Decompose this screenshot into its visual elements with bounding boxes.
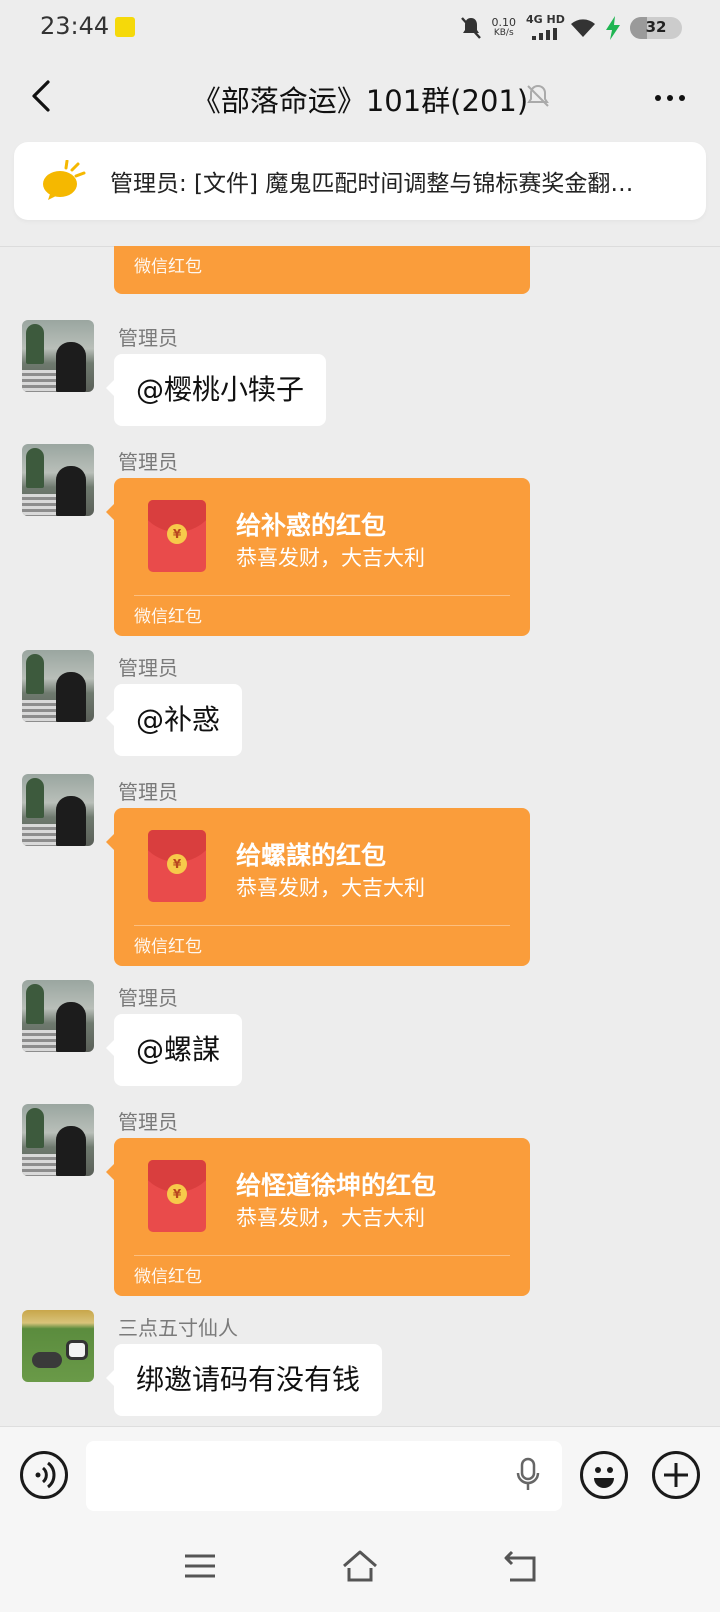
red-packet-bubble[interactable]: ¥ 给怪道徐坤的红包 恭喜发财，大吉大利 微信红包 (106, 1138, 530, 1296)
message-list[interactable]: 微信红包 管理员 @樱桃小犊子 管理员 ¥ 给补惑的红包 恭喜发财，大吉大利 微… (0, 246, 720, 1426)
red-packet-title: 给怪道徐坤的红包 (236, 1171, 437, 1200)
red-packet-divider (134, 1255, 510, 1256)
network-indicator: 4G HD (526, 14, 565, 42)
message-input[interactable] (86, 1441, 562, 1511)
network-type: 4G HD (526, 13, 565, 26)
red-packet-divider (134, 595, 510, 596)
net-speed: 0.10 KB/s (492, 17, 517, 39)
home-icon[interactable] (340, 1546, 380, 1586)
sender-name: 三点五寸仙人 (118, 1316, 238, 1340)
sender-name: 管理员 (118, 656, 178, 680)
red-packet-bubble[interactable]: ¥ 给补惑的红包 恭喜发财，大吉大利 微信红包 (106, 478, 530, 636)
red-packet-label: 微信红包 (134, 1267, 202, 1287)
smiley-icon (594, 1467, 614, 1488)
avatar[interactable] (22, 1104, 94, 1176)
text-bubble[interactable]: @樱桃小犊子 (105, 354, 327, 426)
text-bubble[interactable]: @补惑 (105, 684, 243, 756)
red-packet-label: 微信红包 (134, 937, 202, 957)
sender-name: 管理员 (118, 450, 178, 474)
text-bubble[interactable]: 绑邀请码有没有钱 (105, 1344, 383, 1416)
red-packet-subtitle: 恭喜发财，大吉大利 (236, 1206, 425, 1230)
avatar[interactable] (22, 320, 94, 392)
status-bar: 23:44 0.10 KB/s 4G HD 32 (0, 0, 720, 56)
signal-icon (532, 28, 557, 40)
red-packet-label: 微信红包 (134, 607, 202, 627)
red-envelope-icon: ¥ (148, 830, 206, 902)
status-indicators: 0.10 KB/s 4G HD 32 (460, 14, 682, 42)
avatar[interactable] (22, 650, 94, 722)
voice-glyph-icon (35, 1461, 56, 1489)
chat-header: 《部落命运》101群(201) (0, 56, 720, 142)
back-icon[interactable] (502, 1546, 540, 1586)
more-icon[interactable] (650, 78, 690, 118)
red-packet-bubble[interactable]: 微信红包 (114, 246, 530, 294)
sender-name: 管理员 (118, 1110, 178, 1134)
voice-icon[interactable] (20, 1451, 68, 1499)
pinned-text: 管理员: [文件] 魔鬼匹配时间调整与锦标赛奖金翻… (110, 171, 634, 197)
sender-name: 管理员 (118, 986, 178, 1010)
net-speed-unit: KB/s (493, 28, 514, 38)
red-packet-divider (134, 925, 510, 926)
avatar[interactable] (22, 1310, 94, 1382)
avatar[interactable] (22, 444, 94, 516)
sender-name: 管理员 (118, 326, 178, 350)
red-packet-subtitle: 恭喜发财，大吉大利 (236, 876, 425, 900)
battery-icon: 32 (630, 17, 682, 39)
announcement-icon (43, 160, 86, 200)
sender-name: 管理员 (118, 780, 178, 804)
net-speed-value: 0.10 (491, 16, 517, 29)
red-packet-bubble[interactable]: ¥ 给螺謀的红包 恭喜发财，大吉大利 微信红包 (106, 808, 530, 966)
plus-icon[interactable] (652, 1451, 700, 1499)
pinned-announcement[interactable]: 管理员: [文件] 魔鬼匹配时间调整与锦标赛奖金翻… (14, 142, 706, 220)
menu-icon[interactable] (182, 1548, 218, 1584)
microphone-icon[interactable] (514, 1457, 542, 1493)
mute-notification-icon (460, 17, 481, 39)
red-packet-coin: ¥ (167, 1184, 187, 1204)
input-bar (0, 1426, 720, 1522)
plus-glyph-icon (664, 1463, 688, 1487)
red-packet-subtitle: 恭喜发财，大吉大利 (236, 546, 425, 570)
red-packet-title: 给补惑的红包 (236, 511, 387, 540)
red-envelope-icon: ¥ (148, 1160, 206, 1232)
avatar[interactable] (22, 774, 94, 846)
system-nav-bar (0, 1522, 720, 1612)
charging-icon (606, 16, 620, 40)
avatar[interactable] (22, 980, 94, 1052)
status-time: 23:44 (40, 12, 110, 40)
emoji-icon[interactable] (580, 1451, 628, 1499)
red-envelope-icon: ¥ (148, 500, 206, 572)
red-packet-coin: ¥ (167, 854, 187, 874)
red-packet-coin: ¥ (167, 524, 187, 544)
text-bubble[interactable]: @螺謀 (105, 1014, 243, 1086)
red-packet-title: 给螺謀的红包 (236, 841, 387, 870)
chat-title: 《部落命运》101群(201) (191, 84, 529, 118)
battery-level: 32 (645, 18, 667, 36)
wifi-icon (571, 19, 595, 37)
app-notification-icon (115, 17, 135, 37)
red-packet-label: 微信红包 (134, 257, 202, 277)
mute-bell-icon (527, 84, 549, 107)
